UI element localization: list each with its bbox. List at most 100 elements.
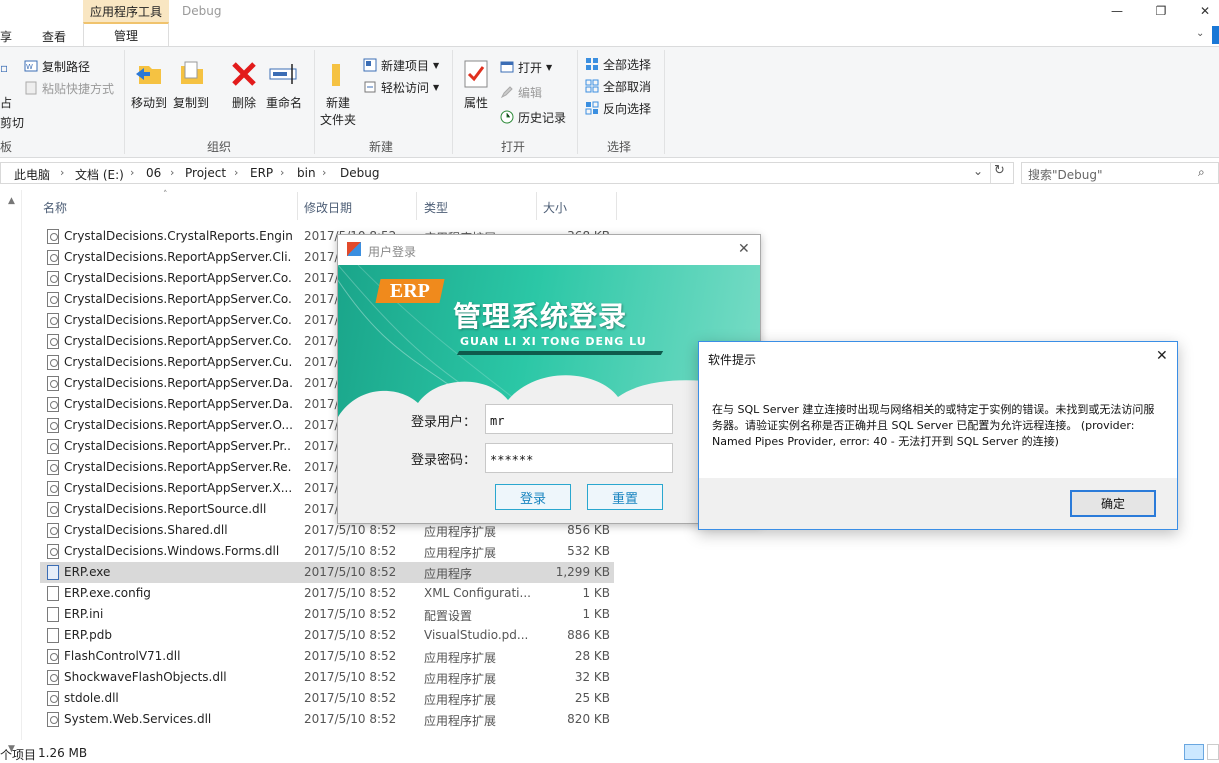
history-icon <box>500 110 514 124</box>
login-button[interactable]: 登录 <box>495 484 571 510</box>
breadcrumb-06[interactable]: 06 <box>146 166 161 180</box>
breadcrumb-chevron-icon[interactable]: › <box>170 166 174 179</box>
file-row[interactable]: stdole.dll 2017/5/10 8:52 应用程序扩展 25 KB <box>40 688 614 709</box>
ok-button[interactable]: 确定 <box>1070 490 1156 517</box>
breadcrumb-chevron-icon[interactable]: › <box>322 166 326 179</box>
dll-file-icon <box>47 334 59 349</box>
breadcrumb-drive[interactable]: 文档 (E:) <box>75 166 124 183</box>
breadcrumb-chevron-icon[interactable]: › <box>130 166 134 179</box>
paste-shortcut-button[interactable]: 粘贴快捷方式 <box>24 78 114 98</box>
file-row[interactable]: CrystalDecisions.Windows.Forms.dll 2017/5… <box>40 541 614 562</box>
history-button[interactable]: 历史记录 <box>500 107 566 127</box>
select-none-button[interactable]: 全部取消 <box>585 76 651 96</box>
group-label-select: 选择 <box>607 140 632 154</box>
refresh-icon[interactable]: ↻ <box>990 163 1008 183</box>
file-type: 应用程序扩展 <box>424 651 497 665</box>
delete-label: 删除 <box>231 96 256 110</box>
breadcrumb-project[interactable]: Project <box>185 166 226 180</box>
copy-path-button[interactable]: W 复制路径 <box>24 56 90 76</box>
copy-to-icon <box>181 61 203 84</box>
partial-cut-icon[interactable]: ▫ <box>0 58 8 78</box>
file-name: stdole.dll <box>64 691 119 705</box>
new-item-button[interactable]: 新建项目 ▼ <box>363 55 439 75</box>
username-input[interactable]: mr <box>485 404 673 434</box>
easy-access-button[interactable]: 轻松访问 ▼ <box>363 77 439 97</box>
breadcrumb-this-pc[interactable]: 此电脑 <box>14 166 50 183</box>
file-name: System.Web.Services.dll <box>64 712 212 726</box>
cut-label-partial[interactable]: 剪切 <box>0 114 24 131</box>
help-icon[interactable] <box>1212 26 1219 44</box>
file-row[interactable]: FlashControlV71.dll 2017/5/10 8:52 应用程序扩展 2… <box>40 646 614 667</box>
move-to-icon <box>136 66 161 84</box>
history-label: 历史记录 <box>518 110 567 125</box>
breadcrumb-chevron-icon[interactable]: › <box>280 166 284 179</box>
thumbnail-view-icon[interactable] <box>1207 744 1219 760</box>
open-label: 打开 <box>518 60 543 75</box>
sort-up-icon: ˄ <box>163 190 168 200</box>
invert-selection-label: 反向选择 <box>603 101 652 116</box>
ribbon-expand-icon[interactable]: ⌄ <box>1196 28 1204 39</box>
search-icon[interactable]: ⌕ <box>1198 165 1205 180</box>
minimize-button[interactable]: — <box>1102 0 1132 22</box>
address-dropdown-icon[interactable]: ⌄ <box>973 164 983 178</box>
file-date: 2017/5/10 8:52 <box>304 649 397 663</box>
column-divider[interactable] <box>616 192 617 220</box>
new-folder-button[interactable]: 新建 文件夹 <box>320 58 356 128</box>
file-row[interactable]: ERP.ini 2017/5/10 8:52 配置设置 1 KB <box>40 604 614 625</box>
file-row[interactable]: ShockwaveFlashObjects.dll 2017/5/10 8:52 应… <box>40 667 614 688</box>
open-button[interactable]: 打开 ▼ <box>500 57 552 77</box>
file-row[interactable]: ERP.pdb 2017/5/10 8:52 VisualStudio.pd... 8… <box>40 625 614 646</box>
breadcrumb-bin[interactable]: bin <box>297 166 316 180</box>
dll-file-icon <box>47 670 59 685</box>
tab-share[interactable]: 享 <box>0 28 12 45</box>
file-row-selected[interactable]: ERP.exe 2017/5/10 8:52 应用程序 1,299 KB <box>40 562 614 583</box>
properties-button[interactable]: 属性 <box>460 58 492 111</box>
dll-file-icon <box>47 355 59 370</box>
maximize-button[interactable]: ❐ <box>1146 0 1176 22</box>
invert-selection-button[interactable]: 反向选择 <box>585 98 651 118</box>
config-file-icon <box>47 586 59 601</box>
properties-label: 属性 <box>463 96 488 110</box>
open-icon <box>500 61 514 73</box>
breadcrumb-debug[interactable]: Debug <box>340 166 379 180</box>
dll-file-icon <box>47 481 59 496</box>
new-folder-icon <box>332 64 340 86</box>
ribbon-divider <box>314 50 315 154</box>
tab-manage[interactable]: 管理 <box>83 22 169 46</box>
tab-view[interactable]: 查看 <box>42 28 66 45</box>
file-name: CrystalDecisions.ReportSource.dll <box>64 502 267 516</box>
column-header-size[interactable]: 大小 <box>543 199 567 216</box>
column-divider[interactable] <box>297 192 298 220</box>
edit-icon <box>500 86 513 99</box>
file-row[interactable]: ERP.exe.config 2017/5/10 8:52 XML Configur… <box>40 583 614 604</box>
edit-button[interactable]: 编辑 <box>500 82 542 102</box>
column-divider[interactable] <box>536 192 537 220</box>
dll-file-icon <box>47 712 59 727</box>
close-button[interactable]: ✕ <box>1190 0 1219 22</box>
details-view-icon[interactable] <box>1184 744 1204 760</box>
column-divider[interactable] <box>416 192 417 220</box>
file-name: CrystalDecisions.ReportAppServer.Co... <box>64 334 292 348</box>
column-header-date[interactable]: 修改日期 <box>304 199 352 216</box>
delete-button[interactable]: 删除 <box>228 58 260 111</box>
reset-button[interactable]: 重置 <box>587 484 663 510</box>
file-row[interactable]: System.Web.Services.dll 2017/5/10 8:52 应用程… <box>40 709 614 730</box>
message-close-icon[interactable]: ✕ <box>1156 348 1168 364</box>
rename-button[interactable]: 重命名 <box>266 58 302 111</box>
paste-label-partial[interactable]: 占 <box>0 94 12 111</box>
column-header-type[interactable]: 类型 <box>424 199 448 216</box>
move-to-button[interactable]: 移动到 <box>131 58 167 111</box>
breadcrumb-erp[interactable]: ERP <box>250 166 273 180</box>
select-all-button[interactable]: 全部选择 <box>585 54 651 74</box>
group-label-new: 新建 <box>369 140 394 154</box>
navigation-pane[interactable] <box>0 190 22 740</box>
file-size: 886 KB <box>567 628 610 642</box>
password-input[interactable]: ****** <box>485 443 673 473</box>
file-name: CrystalDecisions.ReportAppServer.Re... <box>64 460 292 474</box>
login-close-icon[interactable]: ✕ <box>738 241 750 257</box>
copy-to-button[interactable]: 复制到 <box>173 58 209 111</box>
breadcrumb-chevron-icon[interactable]: › <box>234 166 238 179</box>
column-header-name[interactable]: 名称 <box>43 199 67 216</box>
breadcrumb-chevron-icon[interactable]: › <box>60 166 64 179</box>
scroll-up-icon[interactable]: ▲ <box>8 196 15 206</box>
